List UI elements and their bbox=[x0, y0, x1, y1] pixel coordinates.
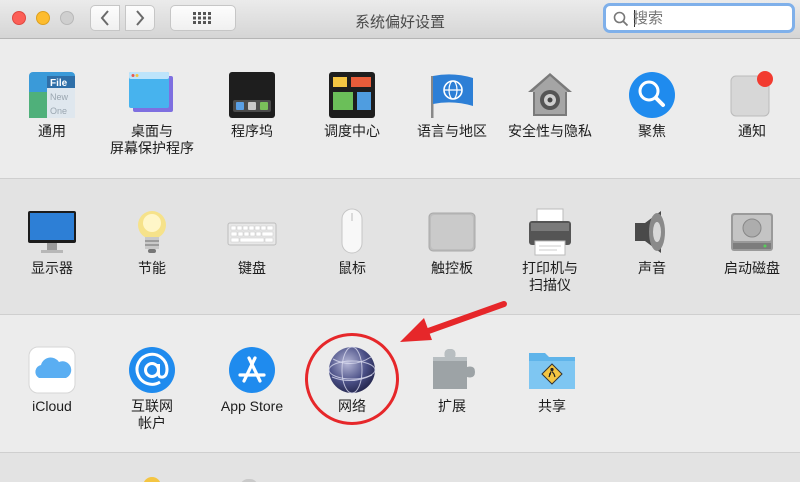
pref-label: iCloud bbox=[32, 398, 72, 414]
pref-language-region[interactable]: 语言与地区 bbox=[404, 70, 500, 140]
minimize-button[interactable] bbox=[36, 11, 50, 25]
pref-label: 触控板 bbox=[431, 260, 473, 276]
close-button[interactable] bbox=[12, 11, 26, 25]
general-icon: File New One bbox=[27, 70, 77, 120]
pref-label: 安全性与隐私 bbox=[508, 123, 592, 139]
pref-label: 调度中心 bbox=[324, 123, 380, 139]
pref-label: 语言与地区 bbox=[417, 123, 487, 139]
pref-energy-saver[interactable]: 节能 bbox=[104, 207, 200, 277]
pref-spotlight[interactable]: 聚焦 bbox=[604, 70, 700, 140]
title-bar: 系统偏好设置 bbox=[0, 0, 800, 39]
pref-keyboard[interactable]: 键盘 bbox=[204, 207, 300, 277]
lightbulb-icon bbox=[127, 207, 177, 257]
pref-startup-disk[interactable]: 启动磁盘 bbox=[704, 207, 800, 277]
pref-general[interactable]: File New One 通用 bbox=[4, 70, 100, 140]
pref-label: 键盘 bbox=[238, 260, 266, 276]
svg-text:File: File bbox=[50, 78, 68, 89]
back-button[interactable] bbox=[90, 5, 120, 31]
at-icon bbox=[127, 345, 177, 395]
search-field[interactable] bbox=[603, 3, 795, 33]
icloud-icon bbox=[27, 345, 77, 395]
pref-label: 鼠标 bbox=[338, 260, 366, 276]
pref-label: App Store bbox=[220, 398, 284, 414]
pref-displays[interactable]: 显示器 bbox=[4, 207, 100, 277]
pref-icloud[interactable]: iCloud bbox=[4, 345, 100, 415]
magnifier-icon bbox=[613, 11, 629, 27]
svg-text:One: One bbox=[50, 106, 67, 116]
pref-label: 桌面与 屏幕保护程序 bbox=[110, 123, 194, 156]
printer-icon bbox=[525, 207, 575, 257]
pref-label: 通知 bbox=[738, 123, 766, 139]
preferences-row-2: 显示器 节能 键盘 鼠标 触控板 打印机与 扫描仪 声音 启动磁盘 bbox=[0, 178, 800, 314]
pref-notifications[interactable]: 通知 bbox=[704, 70, 800, 140]
notifications-icon bbox=[727, 70, 777, 120]
pref-label: 节能 bbox=[138, 260, 166, 276]
house-lock-icon bbox=[525, 70, 575, 120]
preferences-row-1: File New One 通用 桌面与 屏幕保护程序 程序坞 调度中心 语言与地… bbox=[0, 40, 800, 178]
pref-mouse[interactable]: 鼠标 bbox=[304, 207, 400, 277]
chevron-right-icon bbox=[136, 10, 145, 26]
pref-label: 聚焦 bbox=[638, 123, 666, 139]
annotation-circle bbox=[305, 333, 399, 425]
preferences-row-4 bbox=[0, 452, 800, 482]
window-title: 系统偏好设置 bbox=[354, 14, 445, 31]
pref-label: 通用 bbox=[38, 123, 66, 139]
grid-icon bbox=[193, 12, 211, 24]
desktop-icon bbox=[127, 70, 177, 120]
mission-control-icon bbox=[327, 70, 377, 120]
appstore-icon bbox=[227, 345, 277, 395]
mouse-icon bbox=[327, 207, 377, 257]
trackpad-icon bbox=[427, 207, 477, 257]
disk-icon bbox=[727, 207, 777, 257]
pref-sound[interactable]: 声音 bbox=[604, 207, 700, 277]
pref-extensions[interactable]: 扩展 bbox=[404, 345, 500, 415]
partial-icon bbox=[143, 477, 161, 482]
search-input[interactable] bbox=[633, 9, 783, 27]
annotation-arrow bbox=[400, 301, 507, 342]
sharing-folder-icon bbox=[527, 345, 577, 395]
spotlight-icon bbox=[627, 70, 677, 120]
pref-label: 启动磁盘 bbox=[724, 260, 780, 276]
forward-button[interactable] bbox=[125, 5, 155, 31]
pref-label: 程序坞 bbox=[231, 123, 273, 139]
pref-label: 扩展 bbox=[438, 398, 466, 414]
pref-label: 声音 bbox=[638, 260, 666, 276]
pref-desktop[interactable]: 桌面与 屏幕保护程序 bbox=[104, 70, 200, 157]
dock-icon bbox=[227, 70, 277, 120]
pref-label: 显示器 bbox=[31, 260, 73, 276]
pref-security-privacy[interactable]: 安全性与隐私 bbox=[502, 70, 598, 140]
pref-dock[interactable]: 程序坞 bbox=[204, 70, 300, 140]
pref-sharing[interactable]: 共享 bbox=[504, 345, 600, 415]
flag-globe-icon bbox=[427, 70, 477, 120]
svg-text:New: New bbox=[50, 92, 69, 102]
pref-printers-scanners[interactable]: 打印机与 扫描仪 bbox=[502, 207, 598, 294]
pref-label: 打印机与 扫描仪 bbox=[522, 260, 578, 293]
pref-internet-accounts[interactable]: 互联网 帐户 bbox=[104, 345, 200, 432]
keyboard-icon bbox=[227, 207, 277, 257]
pref-trackpad[interactable]: 触控板 bbox=[404, 207, 500, 277]
puzzle-icon bbox=[427, 345, 477, 395]
zoom-button[interactable] bbox=[60, 11, 74, 25]
display-icon bbox=[27, 207, 77, 257]
pref-label: 互联网 帐户 bbox=[131, 398, 173, 431]
pref-mission-control[interactable]: 调度中心 bbox=[304, 70, 400, 140]
pref-app-store[interactable]: App Store bbox=[204, 345, 300, 415]
chevron-left-icon bbox=[100, 10, 109, 26]
speaker-icon bbox=[627, 207, 677, 257]
pref-label: 共享 bbox=[538, 398, 566, 414]
show-all-button[interactable] bbox=[170, 5, 236, 31]
